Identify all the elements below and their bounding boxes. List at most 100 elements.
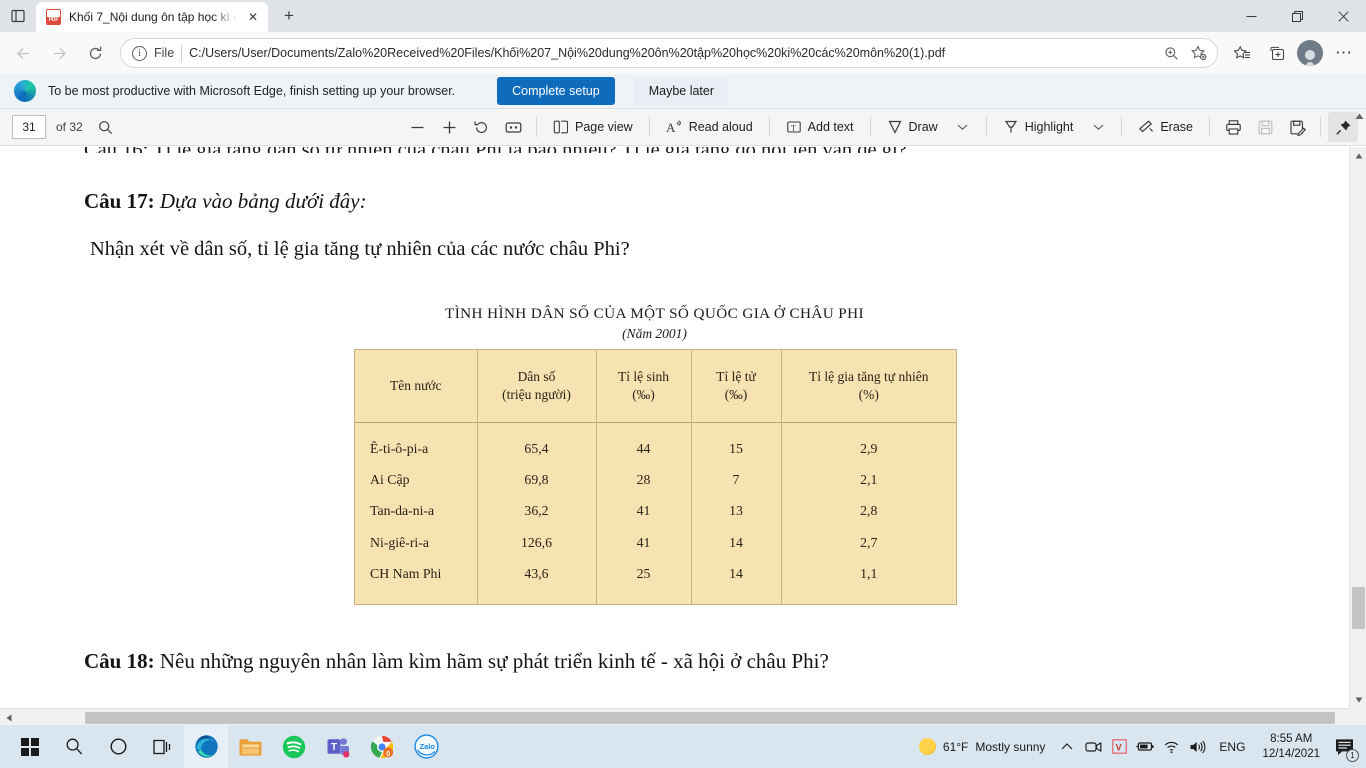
volume-icon[interactable]: [1184, 725, 1210, 768]
new-tab-button[interactable]: +: [274, 2, 304, 30]
col-header-birthrate-l2: (‰): [632, 386, 655, 402]
scroll-up-arrow-icon[interactable]: [1355, 113, 1364, 122]
taskbar-edge-icon[interactable]: [184, 725, 228, 768]
tab-list-icon[interactable]: [0, 0, 36, 32]
language-indicator[interactable]: ENG: [1210, 740, 1254, 754]
collections-icon[interactable]: [1260, 37, 1292, 69]
question-17-line: Câu 17: Dựa vào bảng dưới đây:: [84, 189, 367, 214]
fit-page-icon[interactable]: [498, 113, 528, 141]
vertical-scrollbar[interactable]: [1349, 147, 1366, 708]
erase-button[interactable]: Erase: [1130, 113, 1201, 141]
back-icon[interactable]: [6, 36, 40, 70]
col-header-naturalincrease-l2: (%): [858, 386, 879, 402]
tab-title: Khối 7_Nội dung ôn tập học kì c: [69, 10, 237, 24]
v-app-icon[interactable]: V: [1106, 725, 1132, 768]
windows-start-icon[interactable]: [8, 725, 52, 768]
zoom-out-button[interactable]: [402, 113, 432, 141]
search-icon[interactable]: [91, 113, 121, 141]
print-icon[interactable]: [1218, 113, 1248, 141]
scrollbar-corner: [1349, 708, 1366, 725]
v-app-label: V: [1116, 742, 1122, 752]
notification-count-badge: 1: [1346, 749, 1359, 762]
profile-avatar[interactable]: [1297, 40, 1323, 66]
weather-condition: Mostly sunny: [975, 739, 1046, 754]
vertical-scroll-thumb[interactable]: [1352, 587, 1365, 629]
url-field[interactable]: i File C:/Users/User/Documents/Zalo%20Re…: [120, 38, 1218, 68]
toolbar-divider-3: [768, 117, 770, 137]
scroll-up-button[interactable]: [1350, 147, 1366, 164]
camera-icon[interactable]: [1080, 725, 1106, 768]
pdf-document-viewport[interactable]: Câu 16: Tỉ lệ gia tăng dân số tự nhiên c…: [0, 147, 1366, 708]
cell-country: Ni-giê-ri-a: [355, 527, 478, 559]
save-icon[interactable]: [1250, 113, 1280, 141]
scroll-left-button[interactable]: [0, 709, 17, 726]
cortana-icon[interactable]: [96, 725, 140, 768]
table-row: Ê-ti-ô-pi-a 65,4 44 15 2,9: [355, 422, 956, 464]
browser-tab[interactable]: PDF Khối 7_Nội dung ôn tập học kì c ✕: [36, 2, 268, 32]
settings-and-more-icon[interactable]: ⋯: [1328, 37, 1360, 69]
cell-naturalincrease: 2,9: [860, 441, 878, 457]
favorites-list-icon[interactable]: [1226, 37, 1258, 69]
col-header-deathrate-l1: Tỉ lệ tử: [716, 368, 756, 384]
highlight-button[interactable]: Highlight: [995, 113, 1082, 141]
maximize-restore-button[interactable]: [1274, 0, 1320, 32]
forward-icon[interactable]: [42, 36, 76, 70]
taskbar-file-explorer-icon[interactable]: [228, 725, 272, 768]
add-favorite-star-icon[interactable]: [1185, 40, 1213, 66]
taskbar-teams-icon[interactable]: T: [316, 725, 360, 768]
tab-close-icon[interactable]: ✕: [244, 8, 262, 26]
edge-logo-icon: [14, 80, 36, 102]
info-icon[interactable]: i: [132, 45, 147, 61]
cell-birthrate: 44: [596, 422, 692, 464]
cell-country: Ai Cập: [355, 464, 478, 496]
cell-naturalincrease: 2,8: [860, 503, 878, 519]
horizontal-scroll-thumb[interactable]: [85, 712, 1335, 724]
zoom-in-icon[interactable]: [1157, 40, 1185, 66]
question-18-text: Nêu những nguyên nhân làm kìm hãm sự phá…: [159, 649, 829, 673]
toolbar-divider-6: [1121, 117, 1123, 137]
page-view-label: Page view: [575, 120, 633, 134]
weather-widget[interactable]: 61°F Mostly sunny: [910, 725, 1055, 768]
toolbar-divider-7: [1209, 117, 1210, 137]
draw-chevron-down-icon[interactable]: [948, 113, 978, 141]
battery-icon[interactable]: [1132, 725, 1158, 768]
highlight-label: Highlight: [1024, 120, 1074, 134]
notification-message: To be most productive with Microsoft Edg…: [48, 84, 456, 98]
complete-setup-button[interactable]: Complete setup: [497, 77, 615, 105]
wifi-icon[interactable]: [1158, 725, 1184, 768]
rotate-icon[interactable]: [466, 113, 496, 141]
minimize-button[interactable]: [1228, 0, 1274, 32]
page-view-button[interactable]: Page view: [545, 113, 641, 141]
notification-center-button[interactable]: 1: [1328, 725, 1362, 768]
windows-taskbar: T 0 Zalo 61°F Mostly sunny V ENG 8:55 AM…: [0, 725, 1366, 768]
svg-text:0: 0: [386, 750, 390, 757]
add-text-label: Add text: [807, 120, 854, 134]
add-text-button[interactable]: T Add text: [778, 113, 862, 141]
highlight-chevron-down-icon[interactable]: [1083, 113, 1113, 141]
horizontal-scrollbar[interactable]: [0, 708, 1349, 725]
col-header-population: Dân số (triệu người): [477, 350, 597, 422]
taskbar-chrome-icon[interactable]: 0: [360, 725, 404, 768]
task-view-icon[interactable]: [140, 725, 184, 768]
tray-overflow-chevron-up-icon[interactable]: [1054, 725, 1080, 768]
cell-population: 65,4: [477, 422, 597, 464]
maybe-later-button[interactable]: Maybe later: [634, 77, 729, 105]
draw-button[interactable]: Draw: [879, 113, 946, 141]
svg-text:A: A: [666, 120, 676, 135]
read-aloud-button[interactable]: A Read aloud: [658, 113, 761, 141]
read-aloud-label: Read aloud: [688, 120, 753, 134]
taskbar-search-icon[interactable]: [52, 725, 96, 768]
close-window-button[interactable]: [1320, 0, 1366, 32]
table-row: Ni-giê-ri-a 126,6 41 14 2,7: [355, 527, 956, 559]
taskbar-spotify-icon[interactable]: [272, 725, 316, 768]
pin-icon[interactable]: [1328, 112, 1358, 142]
clock[interactable]: 8:55 AM 12/14/2021: [1254, 732, 1328, 762]
cell-deathrate: 7: [691, 464, 782, 496]
page-number-input[interactable]: 31: [12, 115, 46, 139]
save-as-icon[interactable]: [1282, 113, 1312, 141]
svg-text:T: T: [791, 124, 796, 133]
taskbar-zalo-icon[interactable]: Zalo: [404, 725, 448, 768]
zoom-in-button[interactable]: [434, 113, 464, 141]
refresh-icon[interactable]: [78, 36, 112, 70]
scroll-down-button[interactable]: [1350, 691, 1366, 708]
